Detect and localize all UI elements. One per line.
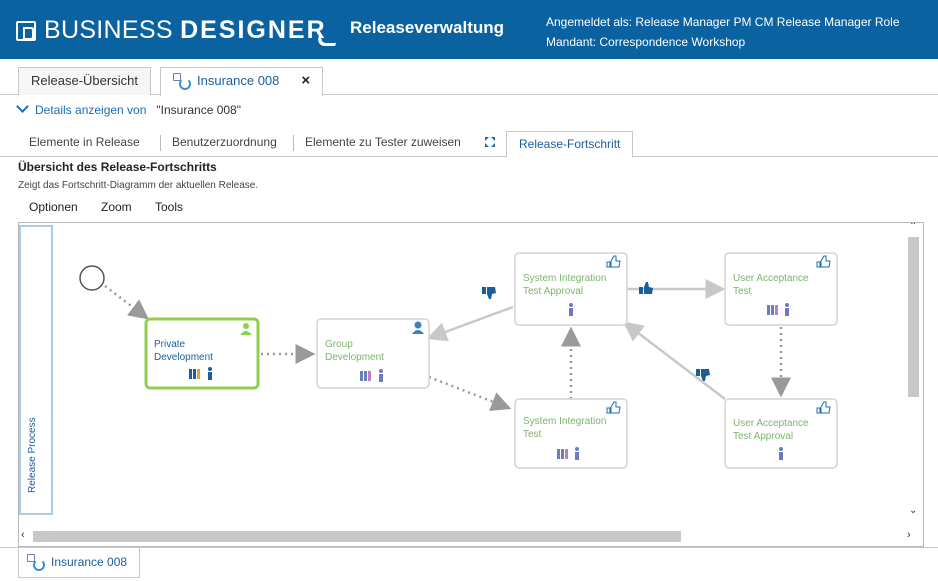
node-label: User Acceptance [733, 418, 809, 429]
diagram-canvas[interactable]: Release Process Private Development Grou… [18, 222, 924, 547]
connector [104, 285, 149, 320]
node-sit[interactable]: System Integration Test [514, 398, 628, 469]
subtab-assign-testers[interactable]: Elemente zu Tester zuweisen [305, 135, 461, 149]
node-sit-approval[interactable]: System Integration Test Approval [514, 252, 628, 326]
connector [428, 375, 512, 412]
section-title: Übersicht des Release-Fortschritts [18, 160, 217, 174]
brand-name: BUSINESS DESIGNER [44, 15, 327, 45]
process-diagram: Private Development Group Development Sy… [79, 252, 838, 469]
node-label: Group [325, 339, 353, 350]
user-info: Angemeldet als: Release Manager PM CM Re… [546, 12, 900, 52]
node-label: Private [154, 339, 186, 350]
release-icon [173, 73, 191, 90]
node-group-development[interactable]: Group Development [316, 318, 430, 389]
subtab-user-assignment[interactable]: Benutzerzuordnung [172, 135, 277, 149]
subtab-divider [293, 135, 294, 151]
node-uat-approval[interactable]: User Acceptance Test Approval [724, 398, 838, 469]
node-label: User Acceptance [733, 273, 809, 284]
node-label: Test [523, 429, 542, 440]
section-subtitle: Zeigt das Fortschritt-Diagramm der aktue… [18, 180, 259, 191]
subtab-divider [160, 135, 161, 151]
chevron-down-icon [16, 100, 29, 113]
tab-label: Release-Übersicht [31, 73, 138, 88]
scroll-up-icon[interactable]: ⌃ [909, 223, 917, 232]
node-label: System Integration [523, 273, 606, 284]
scroll-left-icon[interactable]: ‹ [21, 529, 25, 541]
vertical-scrollbar[interactable]: ⌃ ⌄ [905, 223, 923, 518]
tab-release-overview[interactable]: Release-Übersicht [18, 67, 151, 95]
brand-name-bold: DESIGNER [180, 16, 327, 44]
scroll-down-icon[interactable]: ⌄ [909, 505, 917, 516]
node-label: Development [154, 352, 213, 363]
details-link[interactable]: Details anzeigen von [35, 103, 146, 117]
tenant-name: Mandant: Correspondence Workshop [546, 35, 746, 49]
release-icon [27, 554, 45, 571]
thumbs-up-icon [639, 282, 653, 294]
node-label: Test Approval [523, 286, 583, 297]
scroll-thumb[interactable] [908, 237, 919, 397]
node-label: Test [733, 286, 752, 297]
brand-name-light: BUSINESS [44, 16, 173, 44]
scroll-right-icon[interactable]: › [907, 529, 911, 541]
node-label: Development [325, 352, 384, 363]
bottom-tabbar: Insurance 008 [0, 547, 938, 581]
expand-icon[interactable] [484, 136, 496, 148]
menu-zoom[interactable]: Zoom [101, 200, 132, 214]
connector [426, 305, 514, 342]
main-tabbar: Release-Übersicht Insurance 008 × [0, 59, 938, 96]
node-uat[interactable]: User Acceptance Test [724, 252, 838, 326]
logged-in-user: Angemeldet als: Release Manager PM CM Re… [546, 15, 900, 29]
connector [623, 321, 726, 400]
menu-tools[interactable]: Tools [155, 200, 183, 214]
node-label: System Integration [523, 416, 606, 427]
subtab-release-progress[interactable]: Release-Fortschritt [506, 131, 634, 158]
node-label: Test Approval [733, 431, 793, 442]
sub-tabbar: Elemente in Release Benutzerzuordnung El… [0, 131, 938, 158]
thumbs-down-icon [482, 287, 496, 299]
menu-options[interactable]: Optionen [29, 200, 78, 214]
app-title: Releaseverwaltung [350, 18, 505, 37]
horizontal-scrollbar[interactable]: ‹ › [19, 528, 923, 546]
tab-label: Insurance 008 [197, 73, 280, 88]
scroll-thumb[interactable] [33, 531, 681, 542]
close-icon[interactable]: × [301, 72, 310, 89]
details-value: "Insurance 008" [156, 103, 241, 117]
tester-icon [569, 303, 573, 316]
start-event[interactable] [79, 265, 105, 291]
node-private-development[interactable]: Private Development [144, 317, 260, 390]
tester-icon [779, 447, 783, 460]
tab-insurance-008[interactable]: Insurance 008 × [160, 67, 324, 96]
app-header: BUSINESS DESIGNER Releaseverwaltung Ange… [0, 0, 938, 59]
bottom-tab-label: Insurance 008 [51, 555, 128, 569]
details-toggle[interactable]: Details anzeigen von "Insurance 008" [16, 100, 241, 117]
subtab-elements-in-release[interactable]: Elemente in Release [29, 135, 140, 149]
brand-logo-icon [16, 21, 36, 41]
bottom-tab-insurance-008[interactable]: Insurance 008 [18, 548, 141, 578]
